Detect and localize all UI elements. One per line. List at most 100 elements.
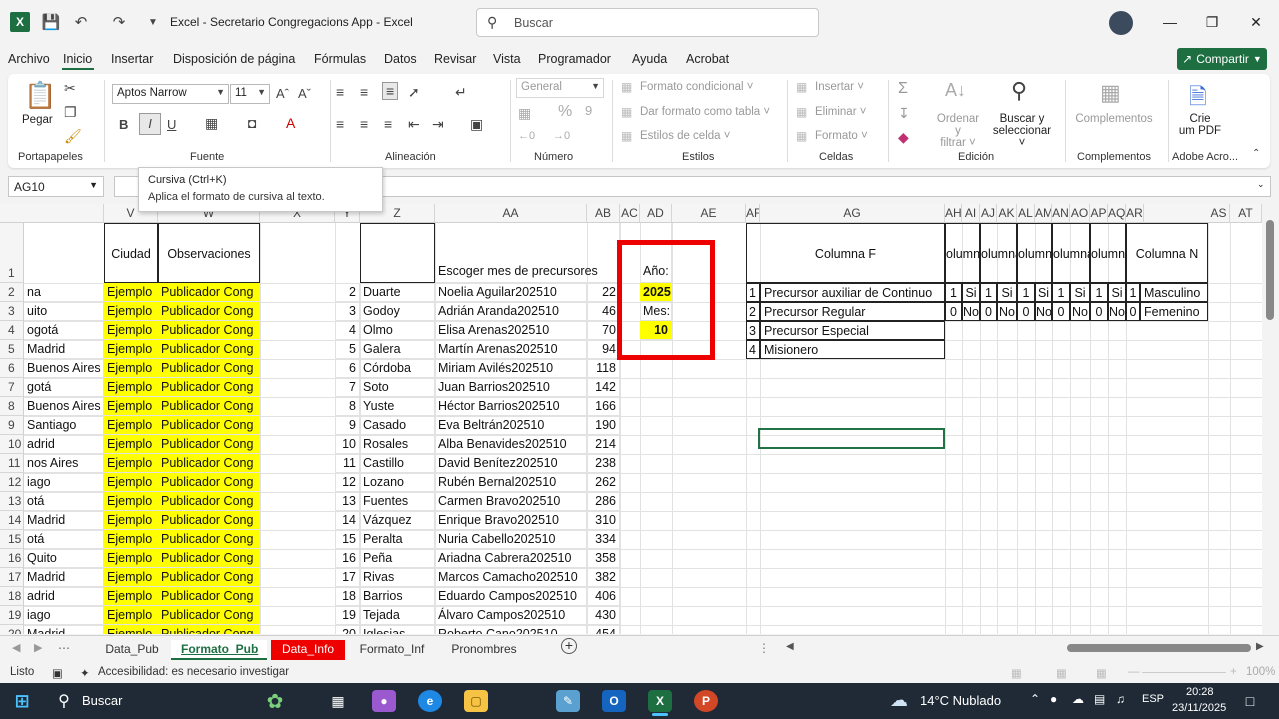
scroll-right-icon[interactable]: ▶ xyxy=(1256,641,1264,652)
cell-y-index[interactable]: 20 xyxy=(335,625,360,634)
column-header-ao[interactable]: AO xyxy=(1070,204,1090,223)
close-icon[interactable]: ✕ xyxy=(1236,8,1276,36)
cell-city[interactable]: Santiago xyxy=(24,416,104,435)
paste-icon[interactable]: 📋 xyxy=(24,80,56,111)
cell-ciudad[interactable]: Ejemplo xyxy=(104,397,158,416)
font-color-icon[interactable]: A xyxy=(286,115,295,131)
customize-toolbar-icon[interactable]: ▼ xyxy=(142,11,164,33)
lookup-pair[interactable]: 0 xyxy=(1090,302,1108,321)
tray-chevron-icon[interactable]: ⌃ xyxy=(1030,692,1040,706)
notifications-icon[interactable]: □ xyxy=(1238,690,1262,712)
avatar[interactable] xyxy=(1109,11,1133,35)
insert-cells-button[interactable]: Insertar ˅ xyxy=(815,81,864,93)
header-ciudad[interactable]: Ciudad xyxy=(104,223,158,283)
cell-ciudad[interactable]: Ejemplo xyxy=(104,435,158,454)
lookup-f-number[interactable]: 1 xyxy=(746,283,760,302)
redo-icon[interactable]: ↷ xyxy=(108,11,130,33)
cell-ciudad[interactable]: Ejemplo xyxy=(104,321,158,340)
cell-nombre-mes[interactable]: Rubén Bernal202510 xyxy=(435,473,587,492)
cell-y-index[interactable]: 15 xyxy=(335,530,360,549)
cell-ciudad[interactable]: Ejemplo xyxy=(104,283,158,302)
cell-nombre-mes[interactable]: Nuria Cabello202510 xyxy=(435,530,587,549)
conditional-format-button[interactable]: Formato condicional ˅ xyxy=(640,81,753,93)
cell-apellido[interactable]: Iglesias xyxy=(360,625,435,634)
lookup-pair[interactable]: No xyxy=(1035,302,1052,321)
cell-apellido[interactable]: Córdoba xyxy=(360,359,435,378)
row-header-10[interactable]: 10 xyxy=(0,435,24,454)
cell-y-index[interactable]: 4 xyxy=(335,321,360,340)
format-cells-button[interactable]: Formato ˅ xyxy=(815,130,868,142)
cell-nombre-mes[interactable]: Elisa Arenas202510 xyxy=(435,321,587,340)
cell-apellido[interactable]: Vázquez xyxy=(360,511,435,530)
find-select-button[interactable]: Buscar y seleccionar ˅ xyxy=(988,113,1056,149)
bold-button[interactable]: B xyxy=(119,117,128,132)
normal-view-icon[interactable]: ▦ xyxy=(1011,666,1022,680)
cell-observaciones[interactable]: Publicador Cong xyxy=(158,283,260,302)
cell-ciudad[interactable]: Ejemplo xyxy=(104,340,158,359)
taskbar-widget-icon[interactable]: ✿ xyxy=(252,690,298,713)
lookup-f-number[interactable]: 3 xyxy=(746,321,760,340)
save-icon[interactable]: 💾 xyxy=(40,11,62,33)
language[interactable]: ESP xyxy=(1142,693,1164,705)
cell-city[interactable]: Madrid xyxy=(24,511,104,530)
header-columna-short[interactable]: olumna xyxy=(945,223,980,283)
header-columna-short[interactable]: olumna xyxy=(1090,223,1126,283)
align-right-icon[interactable]: ≡ xyxy=(384,116,392,132)
underline-button[interactable]: U xyxy=(167,117,176,132)
sheet-tab-pronombres[interactable]: Pronombres xyxy=(439,640,529,660)
macro-icon[interactable]: ▣ xyxy=(52,666,63,680)
cell-observaciones[interactable]: Publicador Cong xyxy=(158,321,260,340)
cell-styles-button[interactable]: Estilos de celda ˅ xyxy=(640,130,730,142)
cell-nombre-mes[interactable]: Enrique Bravo202510 xyxy=(435,511,587,530)
cell-apellido[interactable]: Castillo xyxy=(360,454,435,473)
cell-y-index[interactable]: 8 xyxy=(335,397,360,416)
cell-apellido[interactable]: Tejada xyxy=(360,606,435,625)
column-header-ae[interactable]: AE xyxy=(672,204,746,223)
row-header-4[interactable]: 4 xyxy=(0,321,24,340)
lookup-f-label[interactable]: Precursor Especial xyxy=(760,321,945,340)
cell-city[interactable]: na xyxy=(24,283,104,302)
column-header-aq[interactable]: AQ xyxy=(1108,204,1126,223)
column-header-u[interactable] xyxy=(24,204,104,223)
vertical-scroll-thumb[interactable] xyxy=(1266,220,1274,320)
search-input[interactable]: ⚲ Buscar xyxy=(476,8,819,37)
lookup-pair[interactable]: 1 xyxy=(1052,283,1070,302)
cell-city[interactable]: adrid xyxy=(24,435,104,454)
lookup-f-label[interactable]: Precursor auxiliar de Continuo xyxy=(760,283,945,302)
taskbar-search[interactable]: Buscar xyxy=(82,693,122,708)
share-button[interactable]: ↗ Compartir ▼ xyxy=(1177,48,1267,70)
align-left-icon[interactable]: ≡ xyxy=(336,116,344,132)
copy-icon[interactable]: ❐ xyxy=(64,104,77,121)
lookup-n-number[interactable]: 1 xyxy=(1126,283,1140,302)
cell-ciudad[interactable]: Ejemplo xyxy=(104,359,158,378)
align-middle-icon[interactable]: ≡ xyxy=(360,84,368,100)
cell-observaciones[interactable]: Publicador Cong xyxy=(158,302,260,321)
cell-ab-value[interactable]: 334 xyxy=(587,530,620,549)
cell-ab-value[interactable]: 214 xyxy=(587,435,620,454)
cell-ciudad[interactable]: Ejemplo xyxy=(104,492,158,511)
percent-icon[interactable]: % xyxy=(558,103,572,121)
column-header-ad[interactable]: AD xyxy=(640,204,672,223)
tab-vista[interactable]: Vista xyxy=(493,52,521,66)
cell-apellido[interactable]: Casado xyxy=(360,416,435,435)
zoom-slider[interactable] xyxy=(1142,672,1226,673)
column-header-as[interactable]: AS xyxy=(1208,204,1230,223)
row-header-16[interactable]: 16 xyxy=(0,549,24,568)
cell-observaciones[interactable]: Publicador Cong xyxy=(158,435,260,454)
cell-nombre-mes[interactable]: Eva Beltrán202510 xyxy=(435,416,587,435)
tab-programador[interactable]: Programador xyxy=(538,52,611,66)
sheet-tab-formato-inf[interactable]: Formato_Inf xyxy=(349,640,435,660)
cell-observaciones[interactable]: Publicador Cong xyxy=(158,416,260,435)
lookup-f-number[interactable]: 4 xyxy=(746,340,760,359)
lookup-pair[interactable]: 0 xyxy=(1052,302,1070,321)
cell-observaciones[interactable]: Publicador Cong xyxy=(158,549,260,568)
cell-ab-value[interactable]: 382 xyxy=(587,568,620,587)
cell-ciudad[interactable]: Ejemplo xyxy=(104,568,158,587)
row-header-3[interactable]: 3 xyxy=(0,302,24,321)
column-header-af[interactable]: AF xyxy=(746,204,760,223)
borders-icon[interactable]: ▦ xyxy=(205,115,218,132)
fill-color-icon[interactable]: ◘ xyxy=(248,115,256,131)
format-painter-icon[interactable]: 🖌 xyxy=(64,128,82,145)
align-top-icon[interactable]: ≡ xyxy=(336,84,344,100)
cell-ciudad[interactable]: Ejemplo xyxy=(104,587,158,606)
